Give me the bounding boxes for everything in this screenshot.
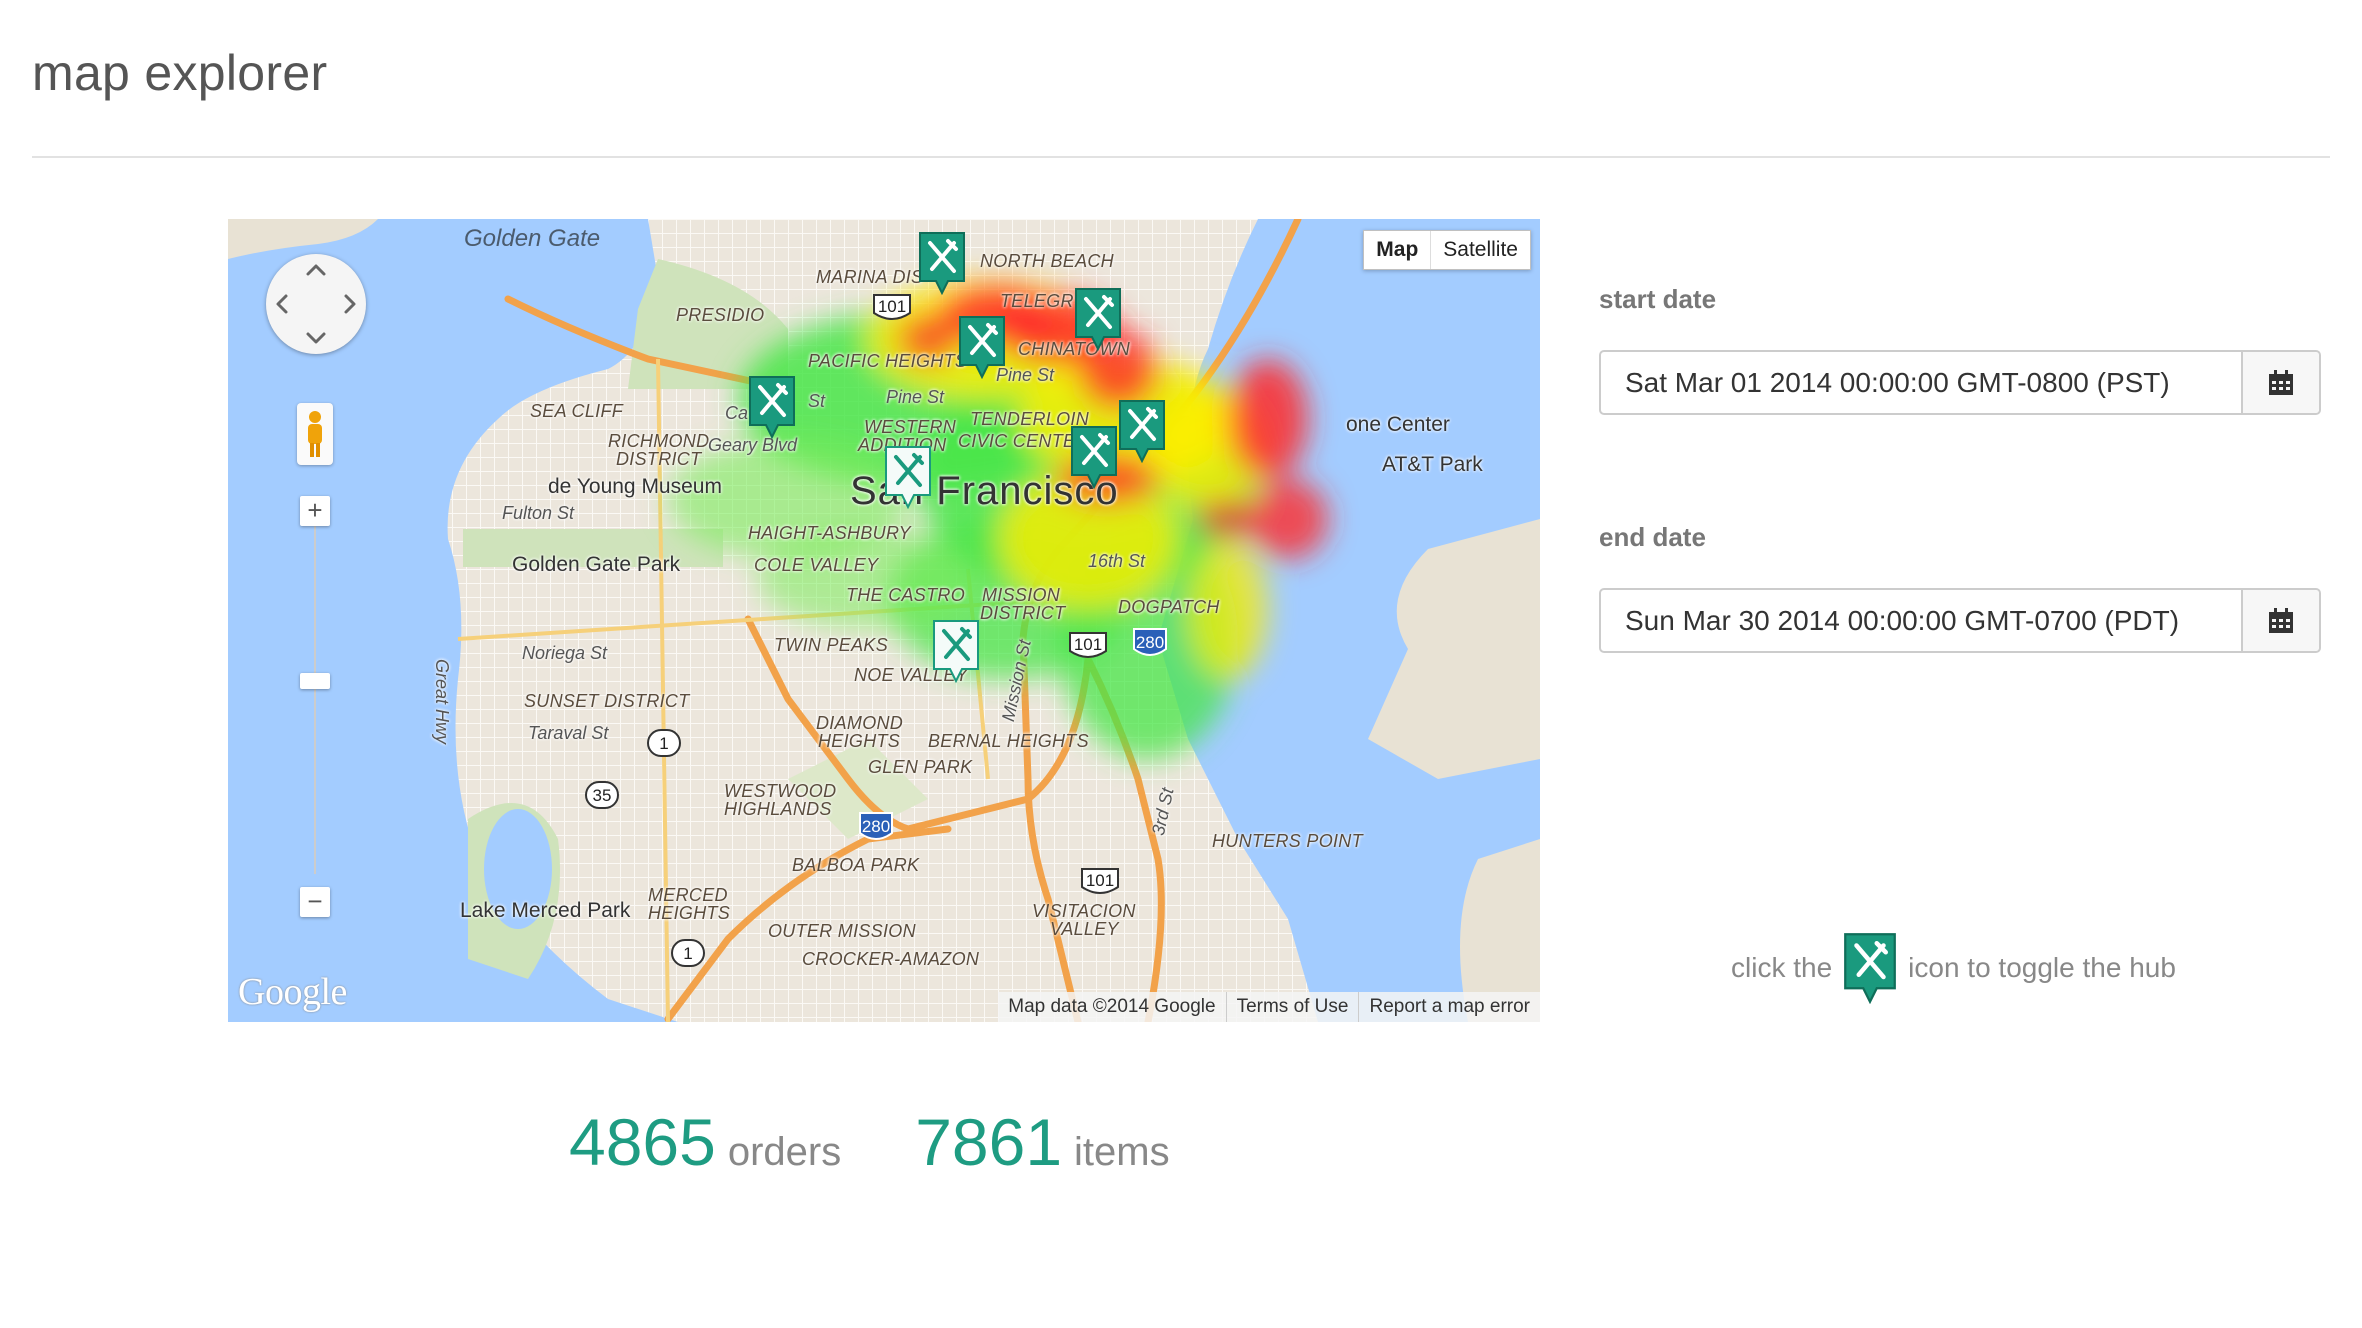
- label-crocker: CROCKER-AMAZON: [802, 949, 980, 969]
- label-taraval: Taraval St: [528, 723, 609, 743]
- hub-marker-fork-knife-icon-inactive[interactable]: [932, 619, 980, 683]
- label-16th-st: 16th St: [1088, 551, 1146, 571]
- hub-marker-fork-knife-icon[interactable]: [1118, 399, 1166, 463]
- label-visitacion-valley: VALLEY: [1050, 919, 1119, 939]
- calendar-icon: [2269, 369, 2293, 395]
- end-date-label: end date: [1599, 522, 1706, 552]
- label-dogpatch: DOGPATCH: [1118, 597, 1220, 617]
- label-lake-merced: Lake Merced Park: [460, 899, 631, 922]
- start-date-label: start date: [1599, 284, 1717, 314]
- label-de-young: de Young Museum: [548, 475, 722, 498]
- label-telegraph: TELEGR: [1000, 291, 1074, 311]
- start-date-calendar-button[interactable]: [2241, 352, 2319, 413]
- page-title: map explorer: [32, 45, 328, 101]
- terms-of-use-link[interactable]: Terms of Use: [1225, 992, 1359, 1022]
- label-haight: HAIGHT-ASHBURY: [748, 523, 911, 543]
- label-presidio: PRESIDIO: [676, 305, 765, 325]
- start-date-input[interactable]: [1601, 352, 2241, 413]
- label-sunset: SUNSET DISTRICT: [524, 691, 690, 711]
- label-diamond-heights: HEIGHTS: [818, 731, 901, 751]
- label-castro: THE CASTRO: [846, 585, 966, 605]
- zoom-in-button[interactable]: +: [300, 496, 330, 526]
- label-glen-park: GLEN PARK: [868, 757, 973, 777]
- label-sea-cliff: SEA CLIFF: [530, 401, 624, 421]
- orders-count: 4865: [569, 1105, 716, 1179]
- pegman-icon: [308, 411, 322, 457]
- hub-marker-fork-knife-icon[interactable]: [958, 315, 1006, 379]
- label-att-park: AT&T Park: [1382, 453, 1483, 476]
- label-balboa: BALBOA PARK: [792, 855, 920, 875]
- google-logo: Google: [238, 971, 347, 1013]
- toggle-hub-hint: click the icon to toggle the hub: [1731, 932, 2176, 1004]
- hub-marker-fork-knife-icon[interactable]: [1074, 287, 1122, 351]
- header-divider: [32, 156, 2330, 158]
- hub-marker-fork-knife-icon[interactable]: [918, 231, 966, 295]
- label-fulton: Fulton St: [502, 503, 575, 523]
- label-richmond-district: DISTRICT: [616, 449, 702, 469]
- map-canvas[interactable]: [228, 219, 1540, 1022]
- label-twin-peaks: TWIN PEAKS: [774, 635, 889, 655]
- map-attribution: Map data ©2014 Google Terms of Use Repor…: [998, 992, 1540, 1022]
- report-map-error-link[interactable]: Report a map error: [1358, 992, 1540, 1022]
- hint-text-before: click the: [1731, 952, 1833, 983]
- zoom-slider-thumb[interactable]: [300, 673, 330, 689]
- label-golden-gate-park: Golden Gate Park: [512, 553, 681, 576]
- label-pacific-heights: PACIFIC HEIGHTS: [808, 351, 968, 371]
- zoom-slider-track[interactable]: [314, 514, 316, 874]
- label-calif: Ca: [725, 403, 749, 423]
- items-label: items: [1074, 1130, 1170, 1174]
- label-north-beach: NORTH BEACH: [980, 251, 1114, 271]
- hub-marker-fork-knife-icon-inactive[interactable]: [884, 445, 932, 509]
- label-pine-st: Pine St: [886, 387, 945, 407]
- label-noriega: Noriega St: [522, 643, 608, 663]
- label-merced-heights: HEIGHTS: [648, 903, 731, 923]
- map-type-map-button[interactable]: Map: [1364, 231, 1430, 269]
- end-date-calendar-button[interactable]: [2241, 590, 2319, 651]
- calendar-icon: [2269, 607, 2293, 633]
- map-type-satellite-button[interactable]: Satellite: [1430, 231, 1530, 269]
- label-st-frag: St: [808, 391, 826, 411]
- pan-arrows-icon: [276, 264, 356, 344]
- end-date-group: [1599, 588, 2321, 653]
- hub-marker-fork-knife-icon[interactable]: [1070, 425, 1118, 489]
- label-outer-mission: OUTER MISSION: [768, 921, 916, 941]
- orders-label: orders: [727, 1130, 842, 1174]
- label-golden-gate: Golden Gate: [464, 225, 601, 252]
- label-hunters-point: HUNTERS POINT: [1212, 831, 1363, 851]
- label-highlands: HIGHLANDS: [724, 799, 832, 819]
- zoom-out-button[interactable]: −: [300, 887, 330, 917]
- label-one-center: one Center: [1346, 413, 1450, 436]
- start-date-group: [1599, 350, 2321, 415]
- label-marina: MARINA DIS: [816, 267, 924, 287]
- pan-control[interactable]: [266, 254, 366, 354]
- label-mission-district: DISTRICT: [980, 603, 1066, 623]
- hint-text-after: icon to toggle the hub: [1908, 952, 2176, 983]
- label-cole-valley: COLE VALLEY: [754, 555, 879, 575]
- label-great-hwy: Great Hwy: [432, 659, 452, 745]
- hub-marker-fork-knife-icon[interactable]: [748, 375, 796, 439]
- map-view[interactable]: Golden Gate PRESIDIO MARINA DIS NORTH BE…: [228, 219, 1540, 1022]
- fork-knife-icon[interactable]: [1840, 932, 1900, 1004]
- map-type-control: Map Satellite: [1363, 230, 1531, 270]
- items-count: 7861: [915, 1105, 1063, 1179]
- end-date-input[interactable]: [1601, 590, 2241, 651]
- order-stats: 4865 orders 7861 items: [569, 1104, 1244, 1180]
- label-bernal: BERNAL HEIGHTS: [928, 731, 1089, 751]
- map-data-credit: Map data ©2014 Google: [1008, 996, 1216, 1017]
- street-view-pegman[interactable]: [297, 403, 333, 465]
